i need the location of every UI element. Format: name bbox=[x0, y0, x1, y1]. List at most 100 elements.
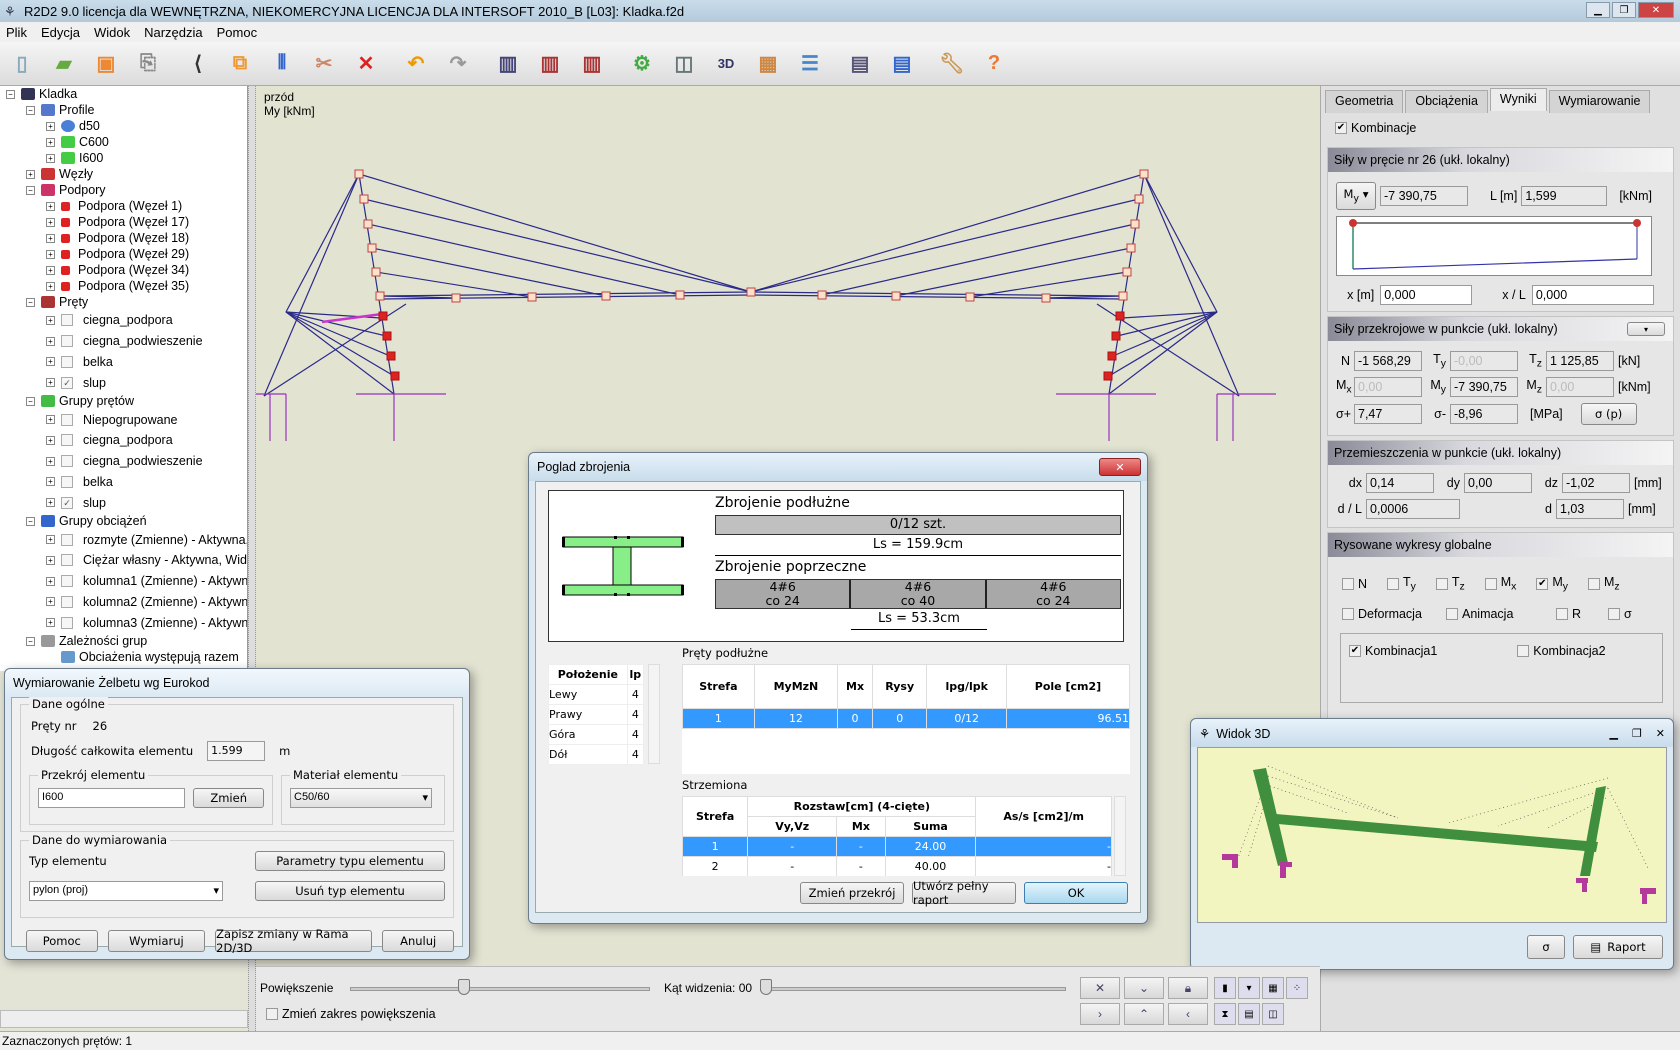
checkbox[interactable]: ✔ bbox=[1536, 577, 1549, 590]
checkbox[interactable] bbox=[1608, 607, 1620, 620]
undo-icon[interactable]: ↶ bbox=[400, 48, 432, 80]
tree-checkbox[interactable] bbox=[61, 616, 73, 629]
diagram-extra-checkbox[interactable]: Animacja bbox=[1446, 607, 1556, 621]
angle-slider-handle[interactable] bbox=[760, 979, 772, 995]
collapse-icon[interactable]: − bbox=[26, 105, 35, 115]
tree-item[interactable]: + belka bbox=[0, 352, 247, 373]
expand-icon[interactable]: + bbox=[46, 121, 55, 131]
export-icon[interactable]: ⎘ bbox=[132, 48, 164, 80]
expand-icon[interactable]: + bbox=[46, 435, 55, 445]
close-icon[interactable]: ✕ bbox=[1656, 727, 1665, 740]
tree-item[interactable]: + kolumna1 (Zmienne) - Aktywn bbox=[0, 571, 247, 592]
diagram-extra-checkbox[interactable]: R bbox=[1556, 607, 1608, 621]
material-dropdown[interactable]: C50/60 ▾ bbox=[290, 788, 432, 808]
element-type-dropdown[interactable]: pylon (proj) ▾ bbox=[29, 881, 223, 901]
node-marker[interactable] bbox=[746, 287, 756, 297]
table-row[interactable]: Góra 4 bbox=[548, 724, 645, 745]
save-icon[interactable]: ▣ bbox=[90, 48, 122, 80]
selected-node-marker[interactable] bbox=[378, 311, 388, 321]
grid-add-icon[interactable]: ▥ bbox=[534, 48, 566, 80]
tree-item[interactable]: + Podpora (Węzeł 34) bbox=[0, 262, 247, 278]
expand-icon[interactable]: + bbox=[46, 535, 55, 545]
checkbox[interactable] bbox=[1342, 577, 1354, 590]
selected-node-marker[interactable] bbox=[1115, 311, 1125, 321]
collapse-icon[interactable]: − bbox=[26, 297, 35, 307]
node-marker[interactable] bbox=[601, 291, 611, 301]
diagram-option-checkbox[interactable]: Mx bbox=[1484, 575, 1516, 593]
full-report-button[interactable]: Utwórz pełny raport bbox=[912, 879, 1016, 907]
tree-checkbox[interactable] bbox=[61, 533, 73, 546]
node-marker[interactable] bbox=[1134, 194, 1144, 204]
tree-item[interactable]: + Podpora (Węzeł 17) bbox=[0, 214, 247, 230]
expand-icon[interactable]: + bbox=[46, 357, 55, 367]
node-marker[interactable] bbox=[965, 292, 975, 302]
tree-item[interactable]: − Zależności grup bbox=[0, 633, 247, 649]
tree-item[interactable]: − Profile bbox=[0, 102, 247, 118]
kombinacje-checkbox[interactable]: ✔ Kombinacje bbox=[1335, 121, 1416, 135]
tree-item[interactable]: − Grupy prętów bbox=[0, 393, 247, 409]
node-marker[interactable] bbox=[1130, 219, 1140, 229]
menu-narzedzia[interactable]: Narzędzia bbox=[144, 25, 203, 40]
chevron-right-icon[interactable]: › bbox=[1080, 1003, 1120, 1025]
table-row[interactable]: Dół 4 bbox=[548, 744, 645, 765]
node-marker[interactable] bbox=[1118, 291, 1128, 301]
tab-geometria[interactable]: Geometria bbox=[1325, 90, 1404, 113]
tree-checkbox[interactable] bbox=[61, 335, 73, 348]
section-calculator-icon[interactable]: ▤ bbox=[886, 48, 918, 80]
tree-item[interactable]: + d50 bbox=[0, 118, 247, 134]
change-section-button[interactable]: Zmień bbox=[193, 788, 264, 808]
tab-wyniki[interactable]: Wyniki bbox=[1489, 88, 1547, 111]
diagram-extra-checkbox[interactable]: σ bbox=[1608, 607, 1648, 621]
tree-item[interactable]: − Kladka bbox=[0, 86, 247, 102]
table-row[interactable]: 1 12 0 0 0/12 96.51 bbox=[682, 708, 1131, 729]
view-window-icon[interactable]: ◫ bbox=[668, 48, 700, 80]
expand-icon[interactable]: + bbox=[46, 315, 55, 325]
calculator-icon[interactable]: ▤ bbox=[844, 48, 876, 80]
diagram-option-checkbox[interactable]: N bbox=[1342, 575, 1367, 593]
tree-item[interactable]: − Podpory bbox=[0, 182, 247, 198]
calculate-icon[interactable]: ⚙ bbox=[626, 48, 658, 80]
expand-icon[interactable]: + bbox=[46, 153, 55, 163]
expand-icon[interactable]: + bbox=[26, 169, 35, 179]
sigma-button[interactable]: σ bbox=[1527, 935, 1565, 959]
node-marker[interactable] bbox=[527, 292, 537, 302]
tree-checkbox[interactable]: ✓ bbox=[61, 376, 73, 389]
expand-icon[interactable]: + bbox=[46, 555, 55, 565]
zoom-range-checkbox[interactable]: Zmień zakres powiększenia bbox=[266, 1007, 436, 1021]
checkbox[interactable] bbox=[1342, 607, 1354, 620]
tree-item[interactable]: + Podpora (Węzeł 1) bbox=[0, 198, 247, 214]
remove-element-type-button[interactable]: Usuń typ elementu bbox=[255, 881, 445, 901]
diagram-option-checkbox[interactable]: ✔ My bbox=[1536, 575, 1568, 593]
chevron-down-icon[interactable]: ⌄ bbox=[1124, 977, 1164, 999]
tree-checkbox[interactable] bbox=[61, 355, 73, 368]
tree-checkbox[interactable] bbox=[61, 455, 73, 468]
checkbox[interactable] bbox=[1435, 577, 1448, 590]
open-folder-icon[interactable]: ▰ bbox=[48, 48, 80, 80]
design-button[interactable]: Wymiaruj bbox=[107, 930, 206, 952]
collapse-icon[interactable]: − bbox=[26, 516, 35, 526]
tree-item[interactable]: + belka bbox=[0, 472, 247, 493]
tree-item[interactable]: + kolumna2 (Zmienne) - Aktywn bbox=[0, 592, 247, 613]
expand-icon[interactable]: + bbox=[46, 618, 55, 628]
angle-slider[interactable] bbox=[760, 987, 1066, 991]
collapse-icon[interactable]: − bbox=[26, 396, 35, 406]
expand-icon[interactable]: + bbox=[46, 477, 55, 487]
expand-icon[interactable]: + bbox=[46, 201, 55, 211]
expand-icon[interactable]: + bbox=[46, 265, 55, 275]
checkbox[interactable] bbox=[1517, 644, 1530, 657]
expand-icon[interactable]: + bbox=[46, 498, 55, 508]
tree-checkbox[interactable] bbox=[61, 475, 73, 488]
node-marker[interactable] bbox=[1122, 267, 1132, 277]
menu-widok[interactable]: Widok bbox=[94, 25, 130, 40]
redo-icon[interactable]: ↷ bbox=[442, 48, 474, 80]
node-marker[interactable] bbox=[359, 194, 369, 204]
ok-button[interactable]: OK bbox=[1024, 882, 1128, 904]
new-file-icon[interactable]: ▯ bbox=[6, 48, 38, 80]
tree-item[interactable]: + Niepogrupowane bbox=[0, 409, 247, 430]
tree-item[interactable]: + Ciężar własny - Aktywna, Wido bbox=[0, 550, 247, 571]
expand-icon[interactable]: + bbox=[46, 137, 55, 147]
tree-item[interactable]: + C600 bbox=[0, 134, 247, 150]
loads-icon[interactable]: ⫴ bbox=[266, 48, 298, 80]
node-marker[interactable] bbox=[675, 290, 685, 300]
x-input[interactable]: 0,000 bbox=[1380, 285, 1473, 305]
